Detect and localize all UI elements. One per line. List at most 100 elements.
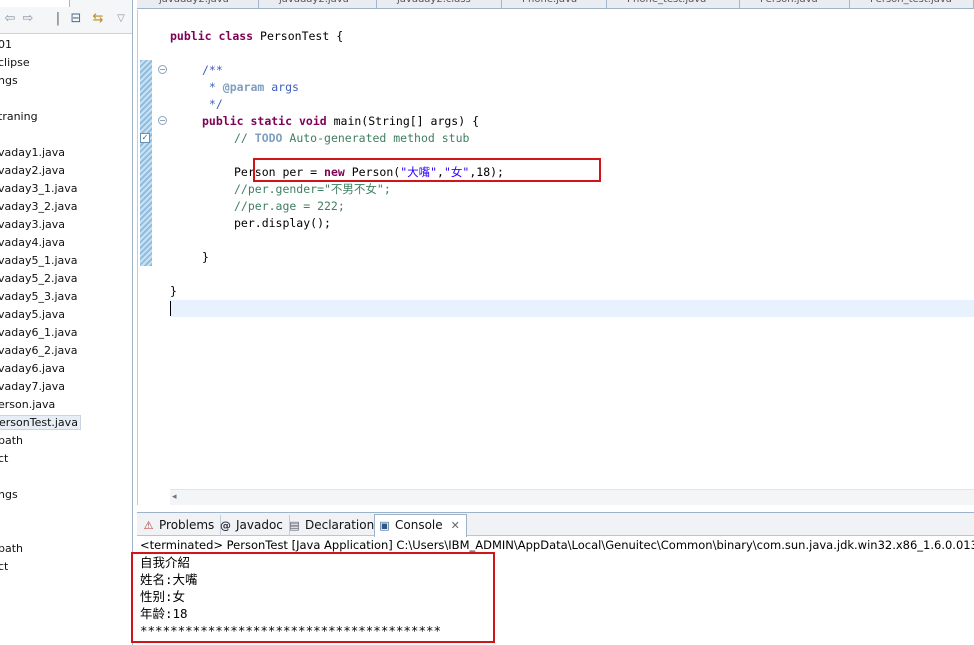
close-icon[interactable]: ✕: [451, 519, 460, 532]
code-area[interactable]: public class PersonTest { /** * @param a…: [170, 10, 974, 488]
project-tree: 01 clipse ngs traning vaday1.java vaday2.java…: [0, 36, 132, 576]
tree-item-label: vaday5_2.java: [0, 272, 78, 285]
task-marker-icon[interactable]: ✓: [140, 133, 150, 143]
editor-tabs: javaday2.javajavaday2.javajavaday2.class…: [137, 0, 974, 9]
tree-item[interactable]: vaday2.java: [0, 162, 132, 180]
code-line: //per.gender="不男不女";: [234, 182, 391, 196]
code-line: }: [170, 284, 177, 298]
tree-item[interactable]: vaday3_2.java: [0, 198, 132, 216]
explorer-toolbar: ⇦ ⇨ | ⊟ ⇆ ▽: [0, 0, 132, 34]
tree-item-label: vaday1.java: [0, 146, 66, 159]
tree-item[interactable]: vaday7.java: [0, 378, 132, 396]
scroll-left-icon[interactable]: ◂: [172, 492, 182, 502]
problems-icon: ⚠: [143, 519, 154, 532]
fold-toggle-icon[interactable]: −: [158, 65, 167, 74]
tree-item[interactable]: vaday5_2.java: [0, 270, 132, 288]
editor-tab[interactable]: Person_test.java: [850, 0, 974, 8]
editor-tab[interactable]: javaday2.java: [259, 0, 377, 8]
tree-item[interactable]: vaday6_1.java: [0, 324, 132, 342]
at-icon: @: [220, 519, 231, 532]
change-indicator: [140, 60, 152, 266]
code-line: // TODO Auto-generated method stub: [234, 131, 470, 145]
tree-item[interactable]: erson.java: [0, 396, 132, 414]
tree-item-label: vaday2.java: [0, 164, 66, 177]
fold-toggle-icon[interactable]: −: [158, 116, 167, 125]
editor-tab[interactable]: javaday2.class: [377, 0, 502, 8]
tab-label: Problems: [159, 518, 215, 532]
code-line: }: [202, 250, 209, 264]
view-menu-icon[interactable]: ▽: [113, 11, 129, 27]
tab-label: Declaration: [305, 518, 375, 532]
tree-item[interactable]: [0, 126, 132, 144]
tree-item-label: vaday4.java: [0, 236, 66, 249]
tree-item-label: ersonTest.java: [0, 415, 81, 430]
editor-tab[interactable]: javaday2.java: [139, 0, 259, 8]
folding-column: − −: [152, 10, 170, 490]
editor-tab[interactable]: Phone.java: [502, 0, 607, 8]
tree-item[interactable]: [0, 504, 132, 522]
editor-tab[interactable]: Person.java: [740, 0, 850, 8]
collapse-all-icon[interactable]: ⊟: [68, 11, 84, 27]
tree-item[interactable]: [0, 522, 132, 540]
code-line: * @param args: [202, 80, 299, 94]
overview-ruler: ✓: [138, 10, 152, 490]
tree-item[interactable]: vaday5.java: [0, 306, 132, 324]
tab-javadoc[interactable]: @ Javadoc: [216, 515, 290, 536]
tree-item[interactable]: vaday5_3.java: [0, 288, 132, 306]
tab-label: Javadoc: [236, 518, 283, 532]
tree-item-label: vaday7.java: [0, 380, 66, 393]
output-annotation-box: [131, 552, 495, 643]
declaration-icon: ▤: [289, 519, 300, 532]
tree-item[interactable]: [0, 90, 132, 108]
bottom-view-tabs: ⚠ Problems @ Javadoc ▤ Declaration ▣ Con…: [137, 512, 974, 537]
tree-item[interactable]: clipse: [0, 54, 132, 72]
tree-item-label: path: [0, 434, 24, 447]
tree-item-label: ngs: [0, 488, 18, 501]
separator-icon: |: [55, 11, 61, 26]
tab-problems[interactable]: ⚠ Problems: [139, 515, 222, 536]
tree-item[interactable]: path: [0, 540, 132, 558]
tree-item[interactable]: ct: [0, 558, 132, 576]
tab-console[interactable]: ▣ Console ✕: [374, 514, 467, 537]
highlight-annotation-box: [253, 158, 601, 182]
back-icon[interactable]: ⇦: [2, 11, 18, 27]
tree-item[interactable]: ersonTest.java: [0, 414, 132, 432]
tree-item[interactable]: vaday3_1.java: [0, 180, 132, 198]
code-line: public class PersonTest {: [170, 29, 344, 43]
tree-item-label: erson.java: [0, 398, 56, 411]
code-editor[interactable]: ✓ − − public class PersonTest { /** * @p…: [137, 10, 974, 505]
tree-item[interactable]: ngs: [0, 486, 132, 504]
tab-declaration[interactable]: ▤ Declaration: [285, 515, 382, 536]
tree-item-label: vaday5_1.java: [0, 254, 78, 267]
horizontal-scrollbar[interactable]: ◂: [170, 489, 974, 505]
tree-item-label: clipse: [0, 56, 30, 69]
forward-icon[interactable]: ⇨: [20, 11, 36, 27]
package-explorer: ⇦ ⇨ | ⊟ ⇆ ▽ 01 clipse ngs traning vaday1.jav…: [0, 0, 133, 645]
tree-item[interactable]: vaday3.java: [0, 216, 132, 234]
tree-item[interactable]: ct: [0, 450, 132, 468]
tree-item[interactable]: traning: [0, 108, 132, 126]
tree-item-label: vaday6.java: [0, 362, 66, 375]
tree-item[interactable]: vaday1.java: [0, 144, 132, 162]
text-caret: [170, 301, 171, 316]
tree-item[interactable]: vaday6_2.java: [0, 342, 132, 360]
code-line: //per.age = 222;: [234, 199, 345, 213]
explorer-tab[interactable]: [0, 0, 70, 7]
tree-item[interactable]: 01: [0, 36, 132, 54]
tree-item-label: vaday5_3.java: [0, 290, 78, 303]
tree-item-label: 01: [0, 38, 12, 51]
tree-item[interactable]: vaday5_1.java: [0, 252, 132, 270]
console-icon: ▣: [379, 519, 390, 532]
tree-item-label: vaday6_1.java: [0, 326, 78, 339]
tree-item-label: ct: [0, 452, 9, 465]
link-with-editor-icon[interactable]: ⇆: [90, 11, 106, 27]
editor-tab[interactable]: Phone_test.java: [607, 0, 740, 8]
tree-item-label: vaday5.java: [0, 308, 66, 321]
tree-item-label: vaday3.java: [0, 218, 66, 231]
tree-item[interactable]: path: [0, 432, 132, 450]
tree-item[interactable]: [0, 468, 132, 486]
tree-item[interactable]: vaday6.java: [0, 360, 132, 378]
tree-item[interactable]: ngs: [0, 72, 132, 90]
tree-item-label: path: [0, 542, 24, 555]
tree-item[interactable]: vaday4.java: [0, 234, 132, 252]
